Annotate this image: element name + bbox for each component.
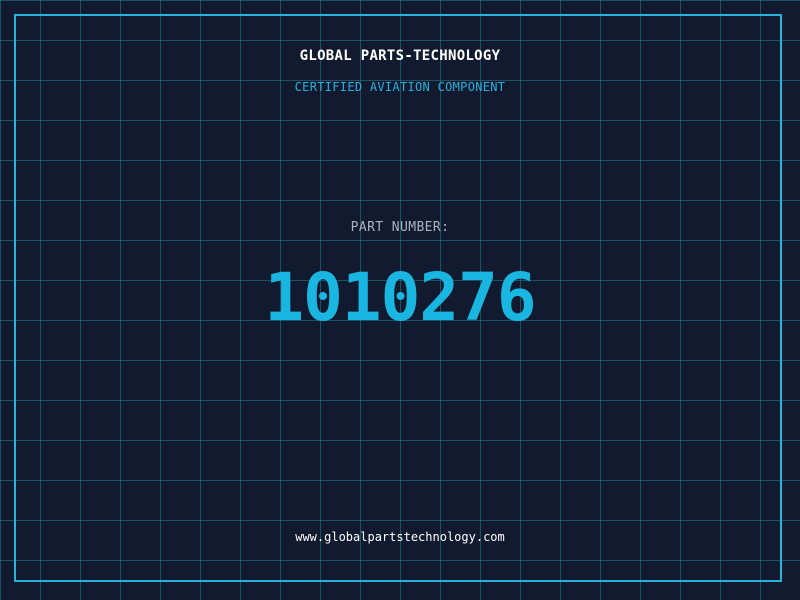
website-url: www.globalpartstechnology.com [295, 530, 505, 544]
part-number-label: PART NUMBER: [350, 220, 450, 235]
part-label-canvas: GLOBAL PARTS-TECHNOLOGY CERTIFIED AVIATI… [0, 0, 800, 600]
part-number-value: 1010276 [264, 259, 536, 336]
certification-tagline: CERTIFIED AVIATION COMPONENT [294, 80, 506, 94]
company-name: GLOBAL PARTS-TECHNOLOGY [299, 48, 501, 64]
